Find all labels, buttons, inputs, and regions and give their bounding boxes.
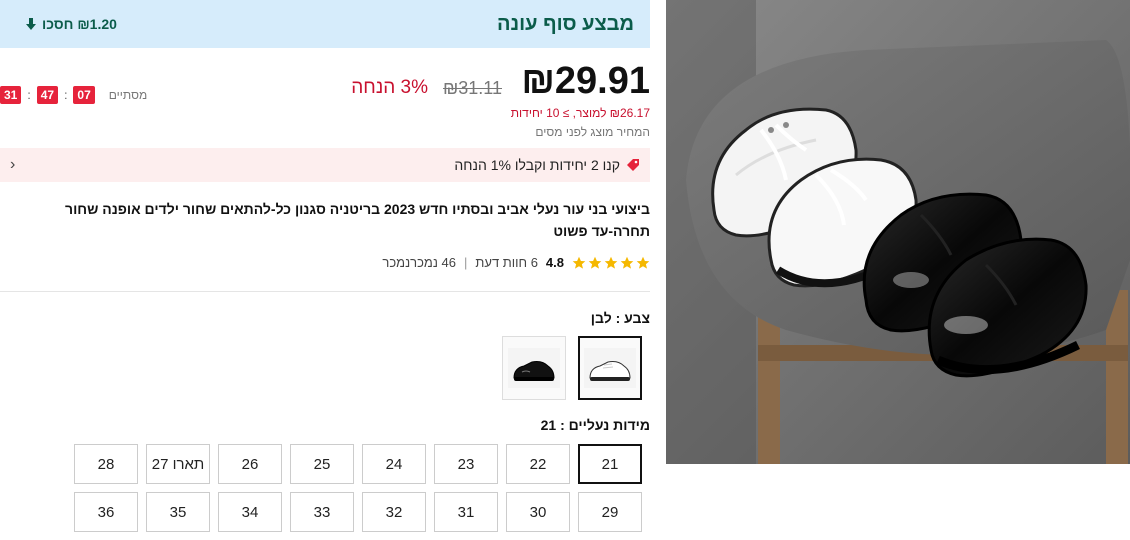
size-option[interactable]: 21 bbox=[578, 444, 642, 484]
bundle-offer[interactable]: קנו 2 יחידות וקבלו 1% הנחה ‹ bbox=[0, 148, 650, 182]
size-option[interactable]: תארו 27 bbox=[146, 444, 210, 484]
rating-row: 4.8 6 חוות דעת | 46 נמכרנמכר bbox=[382, 255, 650, 270]
promo-title: מבצע סוף עונה bbox=[496, 12, 634, 35]
size-option[interactable]: 35 bbox=[146, 492, 210, 532]
bundle-offer-text: קנו 2 יחידות וקבלו 1% הנחה bbox=[454, 157, 620, 173]
countdown-label: מסתיים bbox=[108, 88, 148, 102]
star-icon bbox=[572, 256, 586, 269]
bundle-offer-content: קנו 2 יחידות וקבלו 1% הנחה bbox=[454, 157, 640, 173]
bulk-unit-price: ₪26.17 למוצר, ≥ 10 יחידות bbox=[510, 106, 650, 120]
promo-savings-text: ₪1.20 חסכו bbox=[42, 16, 117, 32]
size-option[interactable]: 28 bbox=[74, 444, 138, 484]
size-option[interactable]: 32 bbox=[362, 492, 426, 532]
discount-badge: 3% הנחה bbox=[351, 77, 428, 98]
review-count[interactable]: 6 חוות דעת bbox=[475, 255, 538, 270]
size-options: 21 22 23 24 25 26 תארו 27 28 29 30 31 32… bbox=[52, 444, 642, 532]
sold-count: 46 נמכרנמכר bbox=[382, 255, 457, 270]
color-swatches bbox=[502, 336, 642, 400]
promo-banner: מבצע סוף עונה ₪1.20 חסכו bbox=[0, 0, 650, 48]
countdown-hours: 07 bbox=[73, 86, 95, 104]
rating-value: 4.8 bbox=[545, 255, 564, 270]
size-option[interactable]: 29 bbox=[578, 492, 642, 532]
star-icon bbox=[604, 256, 618, 269]
size-label: מידות נעליים : 21 bbox=[540, 417, 650, 433]
original-price: ₪31.11 bbox=[443, 78, 502, 98]
white-shoe-thumbnail bbox=[584, 348, 636, 388]
countdown-timer: 31 : 47 : 07 מסתיים bbox=[0, 86, 147, 104]
size-option[interactable]: 36 bbox=[74, 492, 138, 532]
star-icon bbox=[588, 256, 602, 269]
size-option[interactable]: 23 bbox=[434, 444, 498, 484]
rating-stars bbox=[572, 256, 650, 270]
size-option[interactable]: 30 bbox=[506, 492, 570, 532]
size-option[interactable]: 26 bbox=[218, 444, 282, 484]
star-icon bbox=[636, 256, 650, 269]
black-shoe-thumbnail bbox=[508, 348, 560, 388]
product-title: ביצועי בני עור נעלי אביב ובסתיו חדש 2023… bbox=[65, 201, 650, 239]
color-label: צבע : לבן bbox=[590, 310, 650, 326]
swatch-white[interactable] bbox=[578, 336, 642, 400]
countdown-minutes: 47 bbox=[36, 86, 59, 104]
countdown-seconds: 31 bbox=[0, 86, 22, 104]
chevron-left-icon[interactable]: ‹ bbox=[10, 156, 15, 174]
size-option[interactable]: 24 bbox=[362, 444, 426, 484]
product-info-panel: מבצע סוף עונה ₪1.20 חסכו ₪29.91 ₪31.11 3… bbox=[0, 0, 650, 540]
size-option[interactable]: 31 bbox=[434, 492, 498, 532]
product-photo bbox=[666, 0, 1130, 464]
section-divider bbox=[0, 291, 650, 292]
star-icon bbox=[620, 256, 634, 269]
size-option[interactable]: 33 bbox=[290, 492, 354, 532]
size-option[interactable]: 22 bbox=[506, 444, 570, 484]
arrow-down-icon bbox=[26, 18, 36, 30]
size-option[interactable]: 34 bbox=[218, 492, 282, 532]
current-price: ₪29.91 bbox=[521, 60, 650, 102]
promo-savings: ₪1.20 חסכו bbox=[24, 16, 117, 32]
size-option[interactable]: 25 bbox=[290, 444, 354, 484]
divider: | bbox=[464, 255, 468, 270]
product-image[interactable] bbox=[666, 0, 1130, 464]
swatch-black[interactable] bbox=[502, 336, 566, 400]
tag-icon bbox=[627, 159, 639, 171]
tax-note: המחיר מוצג לפני מסים bbox=[535, 125, 650, 139]
